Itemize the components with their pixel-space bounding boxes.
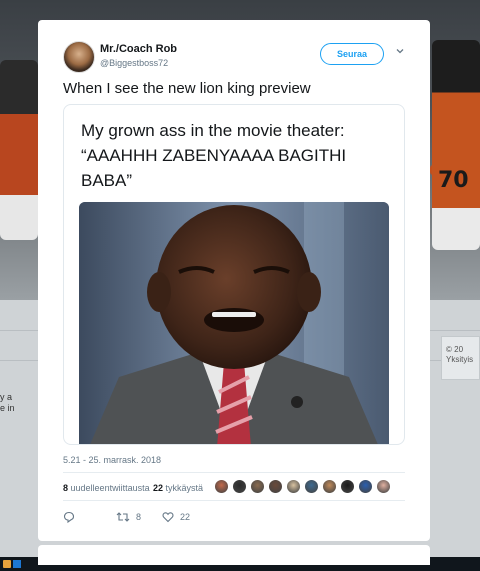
divider <box>63 472 405 473</box>
chevron-down-icon[interactable] <box>395 46 405 56</box>
tweet-card: Mr./Coach Rob @Biggestboss72 Seuraa When… <box>38 20 430 541</box>
reply-action[interactable] <box>63 511 81 523</box>
liker-avatar[interactable] <box>340 479 355 494</box>
liker-avatar[interactable] <box>268 479 283 494</box>
likes-stat[interactable]: 22 tykkäystä <box>153 483 203 493</box>
liker-avatar[interactable] <box>376 479 391 494</box>
retweet-action-count: 8 <box>136 512 142 522</box>
liker-avatar[interactable] <box>286 479 301 494</box>
liker-avatar[interactable] <box>214 479 229 494</box>
jersey-number: 70 <box>438 168 469 193</box>
liker-avatar[interactable] <box>304 479 319 494</box>
like-action-count: 22 <box>180 512 191 522</box>
divider <box>63 500 405 501</box>
like-action[interactable]: 22 <box>162 511 190 523</box>
retweets-label: uudelleentwiittausta <box>70 483 150 493</box>
taskbar-mail-icon[interactable] <box>13 560 21 568</box>
liker-avatar[interactable] <box>250 479 265 494</box>
retweet-icon <box>116 512 130 522</box>
tweet-media[interactable]: My grown ass in the movie theater: “AAAH… <box>63 104 405 445</box>
author-handle[interactable]: @Biggestboss72 <box>100 58 168 68</box>
likes-label: tykkäystä <box>165 483 204 493</box>
background-player <box>0 60 38 240</box>
background-player <box>432 40 480 250</box>
taskbar-app-icon[interactable] <box>3 560 11 568</box>
crying-man-illustration <box>79 202 389 444</box>
next-tweet-card <box>38 545 430 565</box>
heart-icon <box>162 512 174 523</box>
liker-avatar[interactable] <box>358 479 373 494</box>
tweet-text: When I see the new lion king preview <box>63 80 311 97</box>
follow-button[interactable]: Seuraa <box>320 43 384 65</box>
liker-avatar[interactable] <box>322 479 337 494</box>
retweets-stat[interactable]: 8 uudelleentwiittausta <box>63 483 150 493</box>
retweet-action[interactable]: 8 <box>116 511 141 523</box>
avatar[interactable] <box>63 41 95 73</box>
retweets-count: 8 <box>63 483 69 493</box>
likes-count: 22 <box>153 483 164 493</box>
reply-icon <box>63 511 75 523</box>
author-name[interactable]: Mr./Coach Rob <box>100 43 177 55</box>
tweet-timestamp[interactable]: 5.21 - 25. marrask. 2018 <box>63 455 161 465</box>
background-side-text: y a e in <box>0 392 15 413</box>
background-footer-box: © 20 Yksityis <box>441 336 480 380</box>
liker-avatar[interactable] <box>232 479 247 494</box>
meme-caption: My grown ass in the movie theater: “AAAH… <box>81 121 347 190</box>
meme-photo <box>79 202 389 444</box>
